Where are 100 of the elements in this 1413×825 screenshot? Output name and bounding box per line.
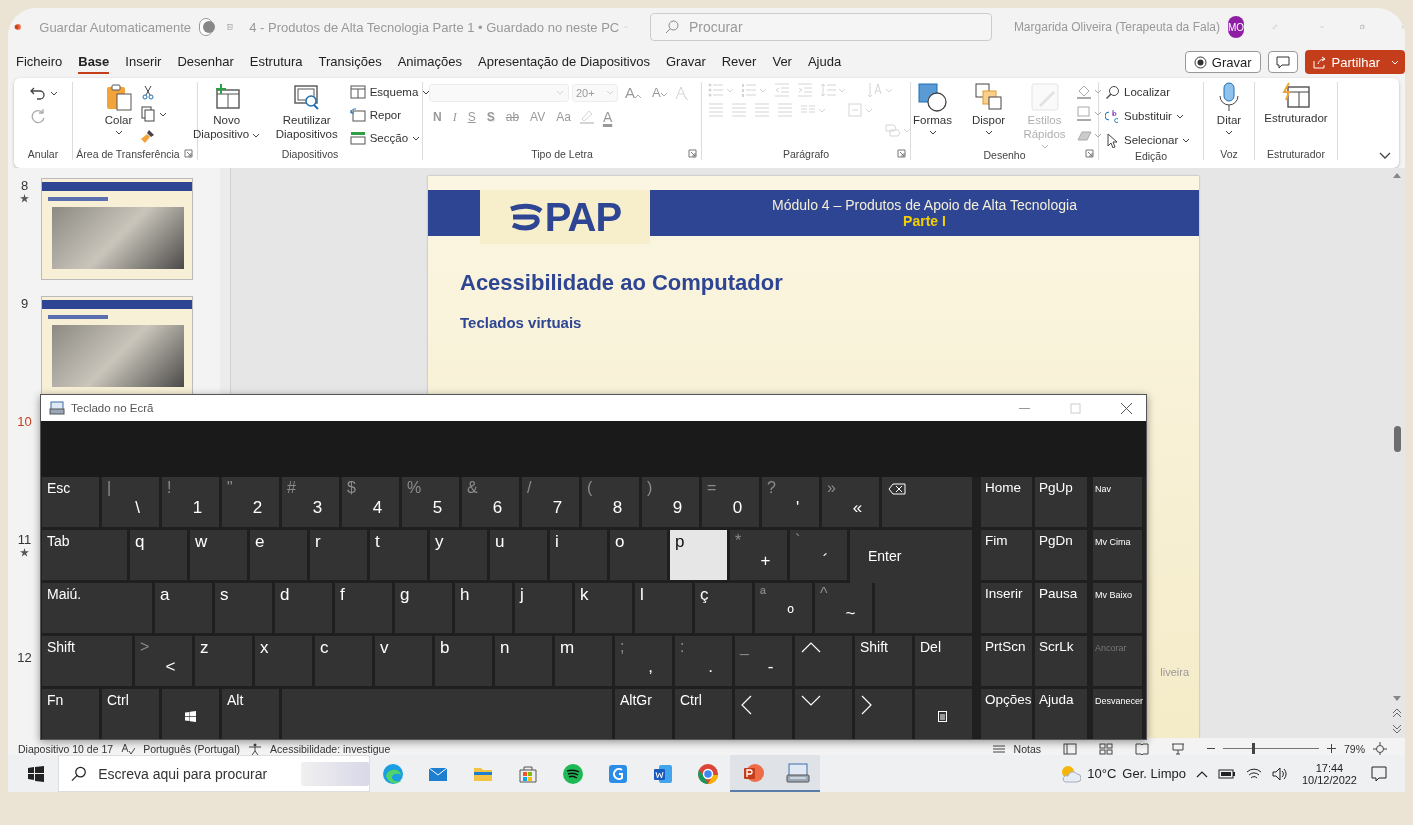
notes-button[interactable]: Notas [1013, 742, 1041, 755]
keyboard-key[interactable]: t [370, 530, 427, 580]
ribbon-tab[interactable]: Animações [397, 50, 462, 74]
scroll-thumb[interactable] [1393, 426, 1401, 452]
clock-time[interactable]: 17:44 [1315, 761, 1344, 774]
keyboard-key[interactable]: Ctrl [675, 689, 732, 739]
keyboard-key[interactable]: a [155, 583, 212, 633]
keyboard-key[interactable]: u [490, 530, 547, 580]
keyboard-key[interactable]: r [310, 530, 367, 580]
chevron-up-icon[interactable] [1195, 769, 1208, 778]
designer-button[interactable]: Estruturador [1264, 82, 1328, 126]
clock-date[interactable]: 10/12/2022 [1301, 773, 1357, 786]
keyboard-key[interactable]: f [335, 583, 392, 633]
caret-icon[interactable] [158, 111, 167, 117]
keyboard-key[interactable]: & 6 [462, 477, 519, 527]
keyboard-key[interactable]: q [130, 530, 187, 580]
keyboard-key[interactable]: $ 4 [342, 477, 399, 527]
keyboard-key[interactable]: h [455, 583, 512, 633]
slide-thumbnail[interactable] [41, 178, 193, 280]
keyboard-key[interactable]: ª º [755, 583, 812, 633]
reuse-slides-button[interactable]: Reutilizar Diapositivos [269, 82, 344, 142]
keyboard-key[interactable]: ç [695, 583, 752, 633]
keyboard-key[interactable]: y [430, 530, 487, 580]
ribbon-tab[interactable]: Base [78, 50, 110, 74]
select-button[interactable]: Selecionar [1105, 130, 1191, 150]
keyboard-key[interactable]: x [255, 636, 312, 686]
keyboard-key[interactable]: Maiú. [42, 583, 152, 633]
keyboard-key[interactable]: Fim [981, 530, 1032, 580]
collapse-ribbon-icon[interactable] [1379, 152, 1391, 160]
dialog-launcher-icon[interactable] [1085, 149, 1094, 158]
zoom-in-icon[interactable] [1327, 744, 1336, 753]
keyboard-key[interactable]: Nav [1093, 477, 1142, 527]
reading-view-icon[interactable] [1135, 742, 1149, 755]
keyboard-key[interactable]: Shift [42, 636, 132, 686]
keyboard-key[interactable]: % 5 [402, 477, 459, 527]
layout-button[interactable]: Esquema [349, 82, 431, 102]
paste-button[interactable]: Colar [103, 82, 134, 135]
fit-slide-icon[interactable] [1373, 741, 1387, 756]
keyboard-key[interactable]: p [670, 530, 727, 580]
keyboard-key[interactable]: / 7 [522, 477, 579, 527]
arrange-button[interactable]: Dispor [963, 82, 1014, 135]
ribbon-tab[interactable]: Ver [772, 50, 792, 74]
user-avatar[interactable]: MO [1227, 16, 1245, 38]
search-input[interactable]: Procurar [686, 18, 991, 36]
zoom-thumb[interactable] [1251, 743, 1255, 754]
ribbon-tab[interactable]: Desenhar [177, 50, 234, 74]
dialog-launcher-icon[interactable] [184, 149, 193, 158]
comment-button[interactable] [1267, 51, 1298, 73]
keyboard-key[interactable]: > < [135, 636, 192, 686]
ribbon-tab[interactable]: Transições [318, 50, 382, 74]
share-button[interactable]: Partilhar [1304, 50, 1405, 74]
effects-icon[interactable] [1075, 128, 1102, 144]
keyboard-key[interactable]: = 0 [702, 477, 759, 527]
temperature[interactable]: 10°C [1087, 766, 1117, 781]
spellcheck-icon[interactable] [121, 742, 136, 755]
zoom-level[interactable]: 79% [1344, 742, 1365, 755]
keyboard-key[interactable]: l [635, 583, 692, 633]
battery-icon[interactable] [1217, 768, 1236, 779]
ribbon-tab[interactable]: Ajuda [807, 50, 842, 74]
keyboard-key[interactable]: z [195, 636, 252, 686]
keyboard-key[interactable]: c [315, 636, 372, 686]
keyboard-key[interactable]: k [575, 583, 632, 633]
ribbon-tab[interactable]: Inserir [125, 50, 162, 74]
keyboard-key[interactable]: _ - [735, 636, 792, 686]
reset-button[interactable]: Repor [349, 105, 431, 125]
language-status[interactable]: Português (Portugal) [143, 742, 241, 755]
replace-button[interactable]: Substituir [1105, 106, 1184, 126]
keyboard-key[interactable]: v [375, 636, 432, 686]
taskbar-search-box[interactable]: Escreva aqui para procurar [58, 755, 370, 792]
keyboard-key[interactable]: ^ ~ [815, 583, 872, 633]
keyboard-key[interactable]: Tab [42, 530, 127, 580]
ribbon-tab[interactable]: Estrutura [249, 50, 303, 74]
close-icon[interactable] [1121, 402, 1132, 414]
keyboard-key[interactable]: Del [915, 636, 972, 686]
keyboard-key[interactable]: o [610, 530, 667, 580]
keyboard-key[interactable]: ( 8 [582, 477, 639, 527]
keyboard-key[interactable]: PrtScn [981, 636, 1032, 686]
keyboard-key[interactable]: w [190, 530, 247, 580]
weather-condition[interactable]: Ger. Limpo [1122, 766, 1186, 781]
outline-icon[interactable] [1075, 106, 1102, 122]
notes-icon[interactable] [991, 743, 1006, 754]
keyboard-key[interactable]: ! 1 [162, 477, 219, 527]
scroll-up-icon[interactable] [1393, 172, 1401, 178]
keyboard-key[interactable]: n [495, 636, 552, 686]
scissors-icon[interactable] [139, 84, 156, 100]
section-button[interactable]: Secção [349, 128, 431, 148]
accessibility-icon[interactable] [248, 742, 263, 755]
keyboard-key[interactable]: Ajuda [1035, 689, 1087, 739]
dictate-button[interactable]: Ditar [1216, 82, 1242, 135]
keyboard-key[interactable]: g [395, 583, 452, 633]
keyboard-key[interactable]: Home [981, 477, 1032, 527]
keyboard-key[interactable]: PgUp [1035, 477, 1087, 527]
volume-icon[interactable] [1271, 766, 1288, 781]
keyboard-key[interactable]: AltGr [615, 689, 672, 739]
search-box[interactable]: Procurar [649, 13, 992, 41]
accessibility-status[interactable]: Acessibilidade: investigue [270, 742, 391, 755]
keyboard-key[interactable]: ) 9 [642, 477, 699, 527]
brush-icon[interactable] [139, 128, 156, 144]
previous-slide-icon[interactable] [1393, 708, 1401, 718]
keyboard-key[interactable]: ScrLk [1035, 636, 1087, 686]
